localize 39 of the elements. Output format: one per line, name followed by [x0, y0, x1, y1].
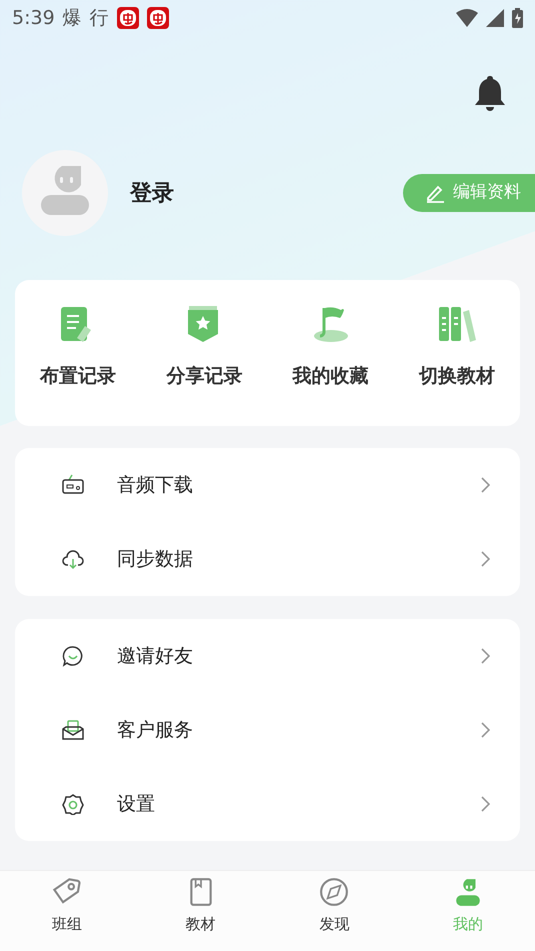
- menu-row[interactable]: 邀请好友: [15, 619, 520, 693]
- shortcut-item[interactable]: 布置记录: [15, 280, 142, 426]
- chat-smile-icon: [61, 645, 85, 667]
- menu-row[interactable]: 同步数据: [15, 522, 520, 596]
- wifi-icon: [456, 9, 478, 27]
- menu-label: 邀请好友: [117, 644, 193, 669]
- menu-label: 设置: [117, 792, 155, 817]
- pencil-icon: [425, 183, 445, 203]
- chevron-right-icon: [481, 796, 490, 812]
- app-notification-icon: [116, 7, 139, 29]
- menu-label: 音频下载: [117, 472, 193, 498]
- radio-icon: [61, 474, 85, 496]
- envelope-icon: [61, 719, 85, 741]
- notification-text: 行: [90, 6, 109, 31]
- notification-text: 爆: [62, 6, 82, 31]
- settings-icon: [61, 793, 85, 815]
- menu-row[interactable]: 客户服务: [15, 693, 520, 767]
- compass-icon: [319, 877, 350, 907]
- shortcut-item[interactable]: 分享记录: [141, 280, 268, 426]
- tab-item[interactable]: 教材: [172, 871, 230, 951]
- shortcut-item[interactable]: 切换教材: [394, 280, 520, 426]
- bell-icon[interactable]: [473, 74, 507, 112]
- chevron-right-icon: [481, 477, 490, 493]
- chevron-right-icon: [481, 722, 490, 738]
- cloud-download-icon: [61, 548, 85, 570]
- tab-item[interactable]: 发现: [305, 871, 364, 951]
- battery-icon: [512, 8, 523, 28]
- status-time: 5:39: [12, 6, 55, 31]
- tab-item[interactable]: 班组: [38, 871, 96, 951]
- menu-label: 客户服务: [117, 718, 193, 743]
- app-notification-icon: [146, 7, 169, 29]
- menu-row[interactable]: 音频下载: [15, 448, 520, 522]
- menu-row[interactable]: 设置: [15, 767, 520, 841]
- signal-icon: [486, 9, 504, 27]
- shortcut-item[interactable]: 我的收藏: [268, 280, 394, 426]
- menu-label: 同步数据: [117, 546, 193, 572]
- login-text[interactable]: 登录: [130, 176, 174, 210]
- chevron-right-icon: [481, 648, 490, 664]
- chevron-right-icon: [481, 551, 490, 567]
